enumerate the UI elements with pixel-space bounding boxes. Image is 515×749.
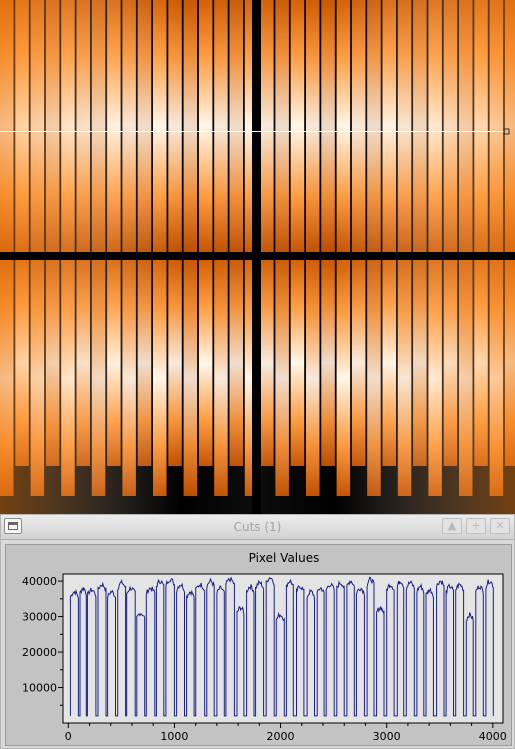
y-tick-label: 40000 [22,575,57,588]
x-tick-label: 3000 [373,730,401,743]
close-button[interactable]: ✕ [490,518,510,534]
plot-frame: Pixel Values 0 1000 2000 3000 4000 10000 20000… [5,544,512,746]
chip-gap-horizontal [0,252,515,260]
x-tick-label: 0 [65,730,72,743]
shade-button[interactable]: ▲ [442,518,462,534]
pixel-values-chart[interactable]: Pixel Values 0 1000 2000 3000 4000 10000 20000… [6,545,511,745]
cuts-window: Cuts (1) ▲ + ✕ Pixel Values 0 1000 2000 300… [0,514,515,749]
chevron-up-icon: ▲ [447,519,457,532]
x-tick-label: 2000 [267,730,295,743]
image-viewer[interactable] [0,0,515,514]
y-tick-label: 30000 [22,611,57,624]
maximize-button[interactable]: + [466,518,486,534]
plus-icon: + [471,519,481,532]
y-tick-label: 20000 [22,646,57,659]
y-tick-label: 10000 [22,682,57,695]
window-title: Cuts (1) [233,520,282,534]
window-titlebar[interactable]: Cuts (1) ▲ + ✕ [1,515,514,540]
close-icon: ✕ [495,519,505,532]
detector-image[interactable] [0,0,515,514]
x-tick-label: 1000 [160,730,188,743]
chart-title: Pixel Values [249,551,320,565]
x-tick-label: 4000 [479,730,507,743]
